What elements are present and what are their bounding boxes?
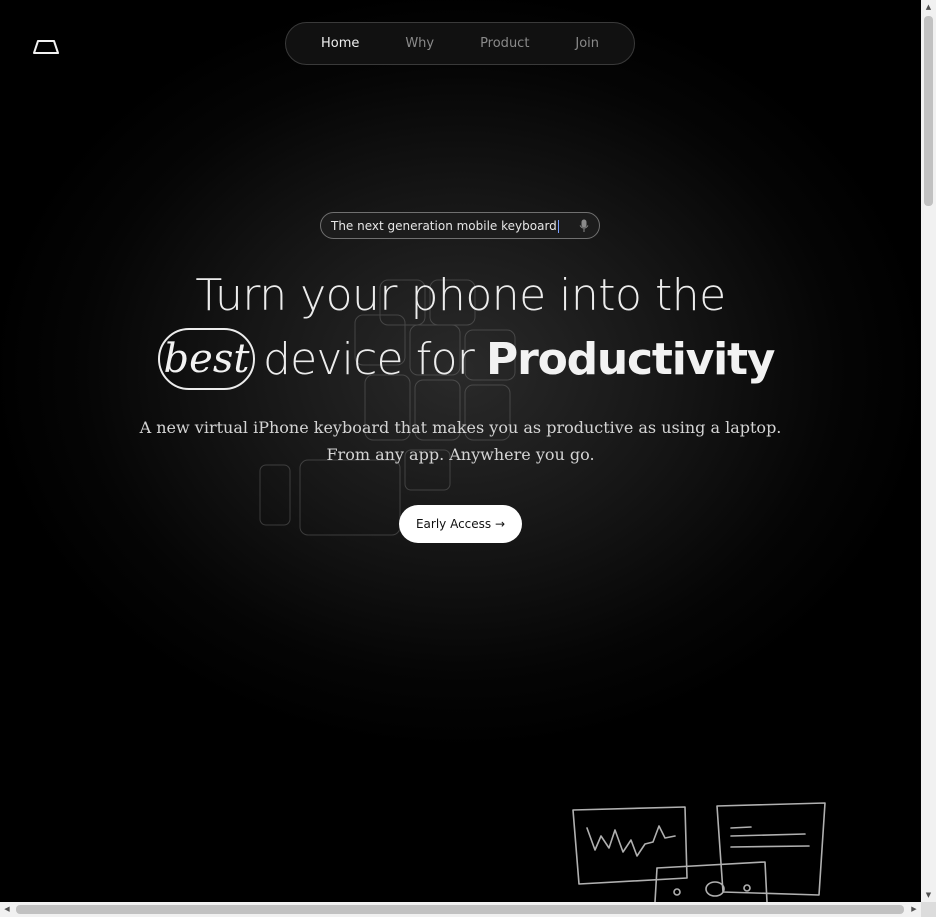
scroll-right-arrow-icon[interactable]: ▶ [907, 902, 921, 917]
subtitle-line2: From any app. Anywhere you go. [326, 445, 595, 464]
vertical-scrollbar[interactable]: ▲ ▼ [921, 0, 936, 902]
logo-icon[interactable] [33, 40, 59, 54]
scroll-up-arrow-icon[interactable]: ▲ [921, 0, 936, 14]
subtitle-line1: A new virtual iPhone keyboard that makes… [139, 418, 782, 437]
best-badge: best [158, 328, 255, 390]
vertical-scroll-thumb[interactable] [924, 16, 933, 206]
nav-product[interactable]: Product [480, 36, 529, 51]
nav-join[interactable]: Join [575, 36, 599, 51]
horizontal-scroll-thumb[interactable] [16, 905, 904, 914]
scroll-left-arrow-icon[interactable]: ◀ [0, 902, 14, 917]
demo-input-text: The next generation mobile keyboard [331, 218, 559, 233]
scroll-down-arrow-icon[interactable]: ▼ [921, 888, 936, 902]
early-access-button[interactable]: Early Access → [399, 505, 522, 543]
microphone-icon[interactable] [579, 219, 589, 233]
nav-home[interactable]: Home [321, 36, 359, 51]
text-caret [557, 219, 559, 233]
page-viewport: Home Why Product Join The next generatio… [0, 0, 921, 902]
scrollbar-corner [921, 902, 936, 917]
main-nav: Home Why Product Join [285, 22, 635, 65]
horizontal-scrollbar[interactable]: ◀ ▶ [0, 902, 921, 917]
nav-why[interactable]: Why [405, 36, 434, 51]
headline-line1: Turn your phone into the [195, 270, 726, 321]
headline-bold-text: Productivity [486, 333, 775, 385]
hero-subtitle: A new virtual iPhone keyboard that makes… [0, 414, 921, 468]
workspace-sketch-illustration [572, 802, 826, 902]
headline-light-text: device for [263, 333, 475, 385]
headline-line2: best device for Productivity [158, 327, 775, 391]
keyboard-demo-input[interactable]: The next generation mobile keyboard [320, 212, 600, 239]
